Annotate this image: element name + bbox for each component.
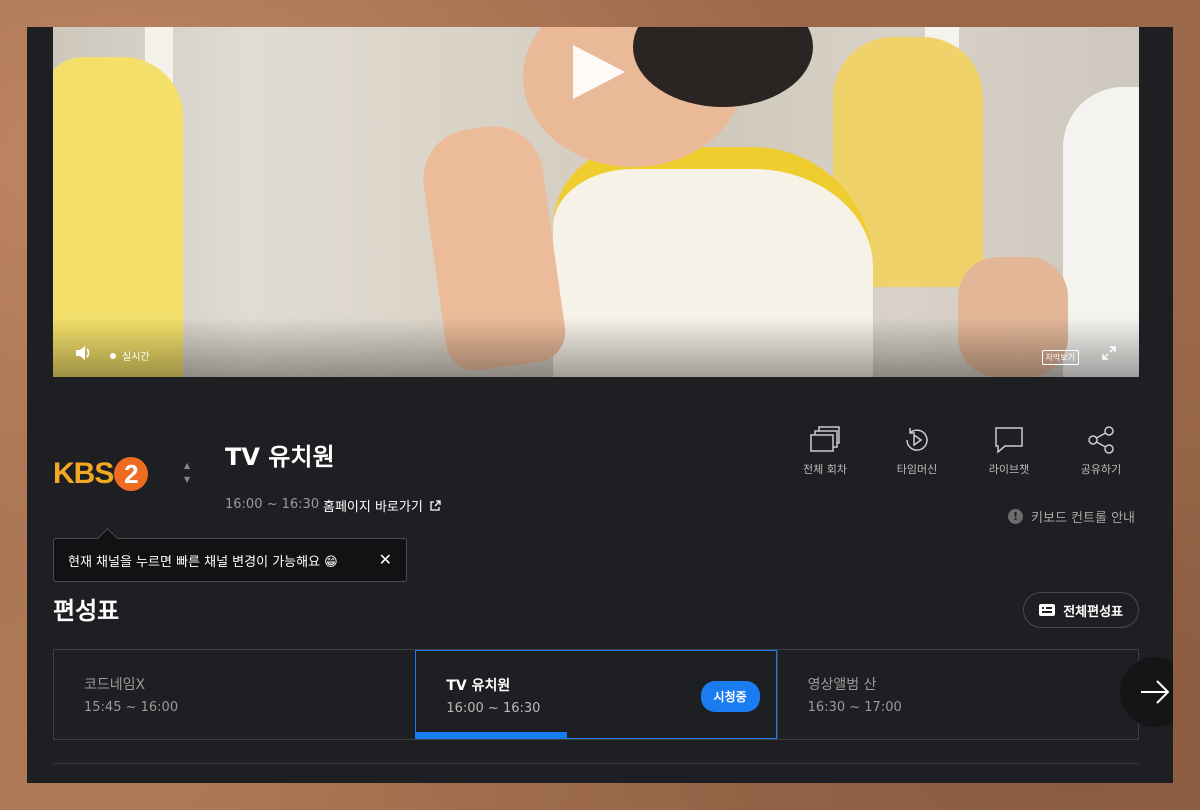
keyboard-guide-link[interactable]: ! 키보드 컨트롤 안내 bbox=[1008, 507, 1135, 526]
schedule-item-time: 15:45 ~ 16:00 bbox=[84, 700, 179, 715]
channel-logo[interactable]: KBS 2 bbox=[53, 457, 149, 491]
play-icon[interactable] bbox=[573, 45, 625, 99]
all-episodes-label: 전체 회차 bbox=[803, 463, 847, 476]
watch-progress-bar bbox=[416, 732, 568, 738]
live-indicator: 실시간 bbox=[110, 348, 150, 363]
schedule-title: 편성표 bbox=[53, 597, 120, 625]
homepage-link[interactable]: 홈페이지 바로가기 bbox=[323, 496, 441, 515]
timemachine-button[interactable]: 타임머신 bbox=[885, 425, 949, 477]
video-bottom-shade bbox=[53, 317, 1139, 377]
channel-switch-arrows[interactable]: ▲ ▼ bbox=[184, 459, 190, 487]
keyboard-guide-label: 키보드 컨트롤 안내 bbox=[1031, 511, 1135, 526]
all-episodes-button[interactable]: 전체 회차 bbox=[793, 425, 857, 477]
subtitle-button[interactable]: 자막보기 bbox=[1041, 350, 1079, 365]
schedule-list: 코드네임X 15:45 ~ 16:00 TV 유치원 16:00 ~ 16:30… bbox=[53, 649, 1139, 740]
action-buttons: 전체 회차 타임머신 라이브챗 공유하기 bbox=[793, 425, 1133, 477]
tooltip-text: 현재 채널을 누르면 빠른 채널 변경이 가능해요 😁 bbox=[68, 554, 338, 570]
video-player[interactable]: 실시간 자막보기 bbox=[53, 27, 1139, 377]
chevron-up-icon[interactable]: ▲ bbox=[184, 459, 190, 473]
external-link-icon bbox=[430, 499, 441, 511]
timemachine-icon bbox=[906, 428, 928, 451]
livechat-button[interactable]: 라이브챗 bbox=[977, 425, 1041, 477]
live-label: 실시간 bbox=[122, 352, 150, 363]
schedule-item[interactable]: 코드네임X 15:45 ~ 16:00 bbox=[54, 650, 415, 739]
schedule-item-time: 16:00 ~ 16:30 bbox=[446, 701, 541, 716]
schedule-item-name: 코드네임X bbox=[84, 677, 146, 693]
chevron-down-icon[interactable]: ▼ bbox=[184, 473, 190, 487]
live-player-panel: 실시간 자막보기 KBS 2 ▲ ▼ TV 유치원 16:00 ~ 16:30 … bbox=[27, 27, 1173, 783]
volume-icon[interactable] bbox=[75, 345, 93, 365]
program-time: 16:00 ~ 16:30 bbox=[225, 497, 320, 512]
schedule-item-current[interactable]: TV 유치원 16:00 ~ 16:30 시청중 bbox=[415, 650, 777, 739]
episodes-icon bbox=[810, 426, 840, 452]
watching-badge: 시청중 bbox=[700, 681, 760, 712]
schedule-item[interactable]: 영상앨범 산 16:30 ~ 17:00 bbox=[776, 650, 1138, 739]
live-dot-icon bbox=[110, 352, 116, 359]
schedule-item-time: 16:30 ~ 17:00 bbox=[807, 700, 902, 715]
homepage-link-label: 홈페이지 바로가기 bbox=[323, 500, 423, 515]
logo-text: KBS bbox=[53, 457, 114, 490]
chat-icon bbox=[995, 427, 1023, 454]
divider bbox=[53, 763, 1139, 764]
schedule-icon bbox=[1039, 604, 1056, 616]
program-title: TV 유치원 bbox=[225, 443, 335, 471]
info-icon: ! bbox=[1008, 509, 1024, 524]
full-schedule-label: 전체편성표 bbox=[1063, 604, 1123, 620]
share-label: 공유하기 bbox=[1080, 463, 1122, 476]
channel-tooltip: 현재 채널을 누르면 빠른 채널 변경이 가능해요 😁 ✕ bbox=[53, 538, 407, 582]
close-icon[interactable]: ✕ bbox=[379, 550, 392, 569]
fullscreen-icon[interactable] bbox=[1101, 345, 1117, 365]
share-icon bbox=[1088, 426, 1114, 454]
full-schedule-button[interactable]: 전체편성표 bbox=[1023, 592, 1139, 628]
logo-number: 2 bbox=[114, 457, 149, 491]
arrow-right-icon bbox=[1141, 680, 1170, 704]
timemachine-label: 타임머신 bbox=[896, 463, 938, 476]
schedule-item-name: 영상앨범 산 bbox=[807, 677, 877, 693]
livechat-label: 라이브챗 bbox=[988, 463, 1030, 476]
share-button[interactable]: 공유하기 bbox=[1069, 425, 1133, 477]
